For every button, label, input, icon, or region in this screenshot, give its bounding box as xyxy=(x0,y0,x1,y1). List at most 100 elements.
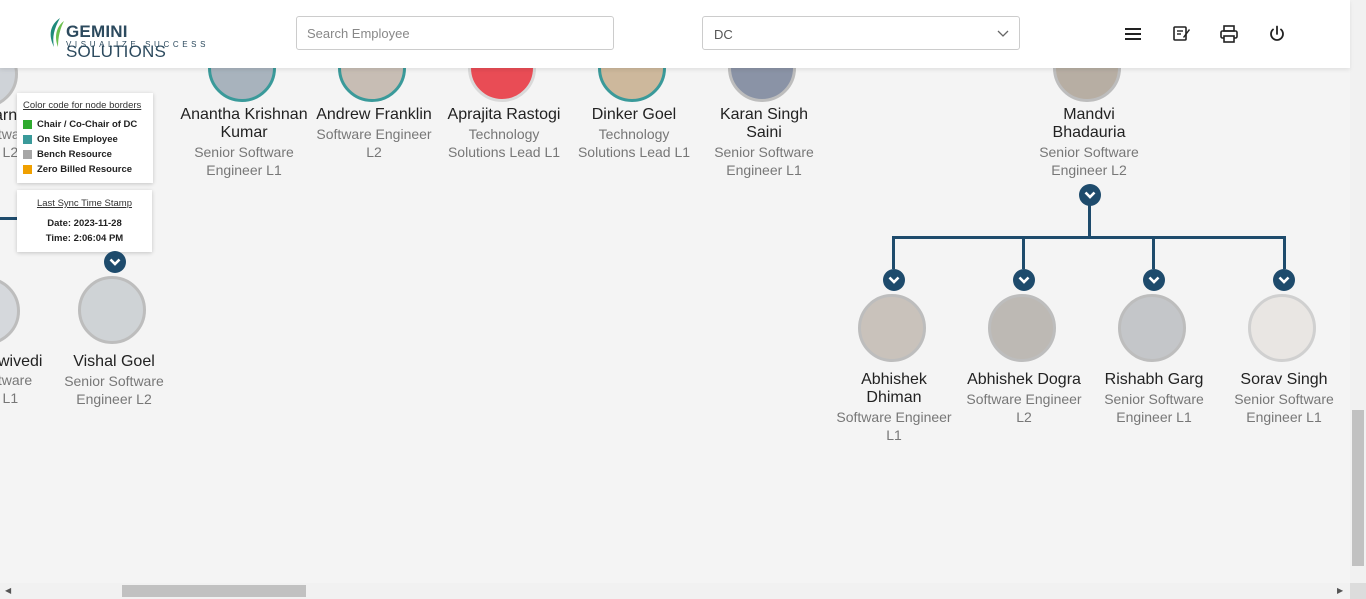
color-legend: Color code for node borders Chair / Co-C… xyxy=(17,93,153,183)
top-header: GEMINI SOLUTIONS VISUALIZE SUCCESS DC xyxy=(0,0,1350,68)
vertical-scroll-thumb[interactable] xyxy=(1352,410,1364,566)
employee-designation-2: Engineer L1 xyxy=(1116,409,1192,425)
employee-node[interactable]: Abhishek Dogra Software Engineer L2 xyxy=(959,294,1089,434)
legend-swatch-chair xyxy=(23,120,32,129)
search-employee-input[interactable] xyxy=(296,16,614,50)
employee-name: Andrew Franklin xyxy=(316,106,432,123)
employee-name: Anantha Krishnan Kumar xyxy=(180,106,308,141)
scroll-right-arrow-icon[interactable]: ▶ xyxy=(1337,586,1343,595)
employee-name: Rishabh Garg xyxy=(1104,371,1204,388)
logo-tagline: VISUALIZE SUCCESS xyxy=(66,40,210,49)
employee-designation-2: Engineer L1 xyxy=(206,162,282,178)
employee-name: Abhishek Dogra xyxy=(967,371,1081,388)
employee-name: Abhishek xyxy=(861,371,927,388)
connector-drop xyxy=(892,236,895,269)
legend-item: On Site Employee xyxy=(23,134,118,145)
employee-name-line2: Dhiman xyxy=(866,389,922,406)
employee-name: Mandvi xyxy=(1063,106,1115,123)
employee-designation-2: Engineer L2 xyxy=(76,391,152,407)
employee-node[interactable]: Rishabh Garg Senior Software Engineer L1 xyxy=(1089,294,1219,434)
notes-icon[interactable] xyxy=(1171,24,1191,44)
employee-name: Dinker Goel xyxy=(591,106,677,123)
gemini-solutions-logo[interactable]: GEMINI SOLUTIONS VISUALIZE SUCCESS xyxy=(46,17,226,61)
chevron-down-icon xyxy=(1278,276,1290,284)
chevron-down-icon xyxy=(997,30,1009,37)
horizontal-scroll-thumb[interactable] xyxy=(122,585,306,597)
dc-select[interactable]: DC xyxy=(702,16,1020,50)
sync-timestamp-box: Last Sync Time Stamp Date: 2023-11-28 Ti… xyxy=(17,190,152,252)
employee-avatar[interactable] xyxy=(858,294,926,362)
employee-designation-2: L1 xyxy=(886,427,902,443)
org-chart-canvas[interactable]: arn ftwa r L2 wivedi ftware r L1 Anantha… xyxy=(0,0,1350,583)
employee-designation-2: Engineer L1 xyxy=(726,162,802,178)
employee-designation-1: Senior Software xyxy=(714,144,814,160)
dc-selected-value: DC xyxy=(714,27,733,42)
expand-toggle[interactable] xyxy=(1013,269,1035,291)
employee-designation-1: Senior Software xyxy=(64,373,164,389)
print-icon[interactable] xyxy=(1219,24,1239,44)
chevron-down-icon xyxy=(109,258,121,266)
legend-swatch-bench xyxy=(23,150,32,159)
employee-designation-1: Senior Software xyxy=(1039,144,1139,160)
legend-title: Color code for node borders xyxy=(23,100,142,111)
horizontal-scrollbar[interactable]: ◀ ▶ xyxy=(0,583,1350,599)
employee-name: Karan Singh xyxy=(719,106,809,123)
employee-designation-2: Engineer L1 xyxy=(1246,409,1322,425)
employee-avatar[interactable] xyxy=(1118,294,1186,362)
expand-toggle[interactable] xyxy=(1143,269,1165,291)
connector-horizontal xyxy=(892,236,1286,239)
chevron-down-icon xyxy=(1018,276,1030,284)
employee-designation-1: Software Engineer xyxy=(966,391,1082,407)
employee-node[interactable]: Abhishek Dhiman Software Engineer L1 xyxy=(829,294,959,444)
employee-node[interactable]: Sorav Singh Senior Software Engineer L1 xyxy=(1219,294,1349,434)
employee-name-line2: Saini xyxy=(746,124,782,141)
legend-item: Bench Resource xyxy=(23,149,112,160)
employee-designation-1: Technology xyxy=(468,126,540,142)
expand-toggle[interactable] xyxy=(1079,184,1101,206)
partial-node-desc-bottom-2: r L1 xyxy=(0,390,19,406)
employee-name: Sorav Singh xyxy=(1240,371,1328,388)
menu-icon[interactable] xyxy=(1123,24,1143,44)
expand-toggle[interactable] xyxy=(883,269,905,291)
logo-leaf-icon xyxy=(50,18,64,47)
partial-avatar-bottom[interactable] xyxy=(0,277,20,345)
sync-time: Time: 2:06:04 PM xyxy=(45,233,124,244)
employee-designation-1: Technology xyxy=(598,126,670,142)
partial-node-name-top: arn xyxy=(0,107,18,124)
partial-node-name-bottom: wivedi xyxy=(0,353,43,370)
chevron-down-icon xyxy=(1148,276,1160,284)
employee-avatar[interactable] xyxy=(78,276,146,344)
employee-designation-2: Solutions Lead L1 xyxy=(577,144,691,160)
partial-node-desc-top-2: r L2 xyxy=(0,144,19,160)
employee-designation-1: Senior Software xyxy=(194,144,294,160)
connector-drop xyxy=(1022,236,1025,269)
employee-designation-2: L2 xyxy=(1016,409,1032,425)
sync-title: Last Sync Time Stamp xyxy=(36,198,133,209)
legend-item: Zero Billed Resource xyxy=(23,164,132,175)
employee-designation-2: Engineer L2 xyxy=(1051,162,1127,178)
legend-item: Chair / Co-Chair of DC xyxy=(23,119,137,130)
connector-drop xyxy=(1152,236,1155,269)
expand-toggle[interactable] xyxy=(104,251,126,273)
employee-avatar[interactable] xyxy=(988,294,1056,362)
connector-drop xyxy=(1283,236,1286,269)
employee-designation-1: Senior Software xyxy=(1234,391,1334,407)
scroll-left-arrow-icon[interactable]: ◀ xyxy=(5,586,11,595)
employee-designation-1: Software Engineer xyxy=(836,409,952,425)
connector-vertical xyxy=(1088,205,1091,238)
legend-swatch-zero-billed xyxy=(23,165,32,174)
scrollbar-corner xyxy=(1350,583,1366,599)
employee-designation-1: Software Engineer xyxy=(316,126,432,142)
legend-swatch-onsite xyxy=(23,135,32,144)
employee-name-line2: Bhadauria xyxy=(1052,124,1126,141)
employee-avatar[interactable] xyxy=(1248,294,1316,362)
employee-designation-1: Senior Software xyxy=(1104,391,1204,407)
employee-name: Vishal Goel xyxy=(73,353,155,370)
power-icon[interactable] xyxy=(1267,24,1287,44)
employee-designation-2: L2 xyxy=(366,144,382,160)
expand-toggle[interactable] xyxy=(1273,269,1295,291)
partial-node-desc-bottom-1: ftware xyxy=(0,372,33,388)
vertical-scrollbar[interactable] xyxy=(1350,0,1366,583)
chevron-down-icon xyxy=(888,276,900,284)
employee-node[interactable]: Vishal Goel Senior Software Engineer L2 xyxy=(49,276,179,416)
